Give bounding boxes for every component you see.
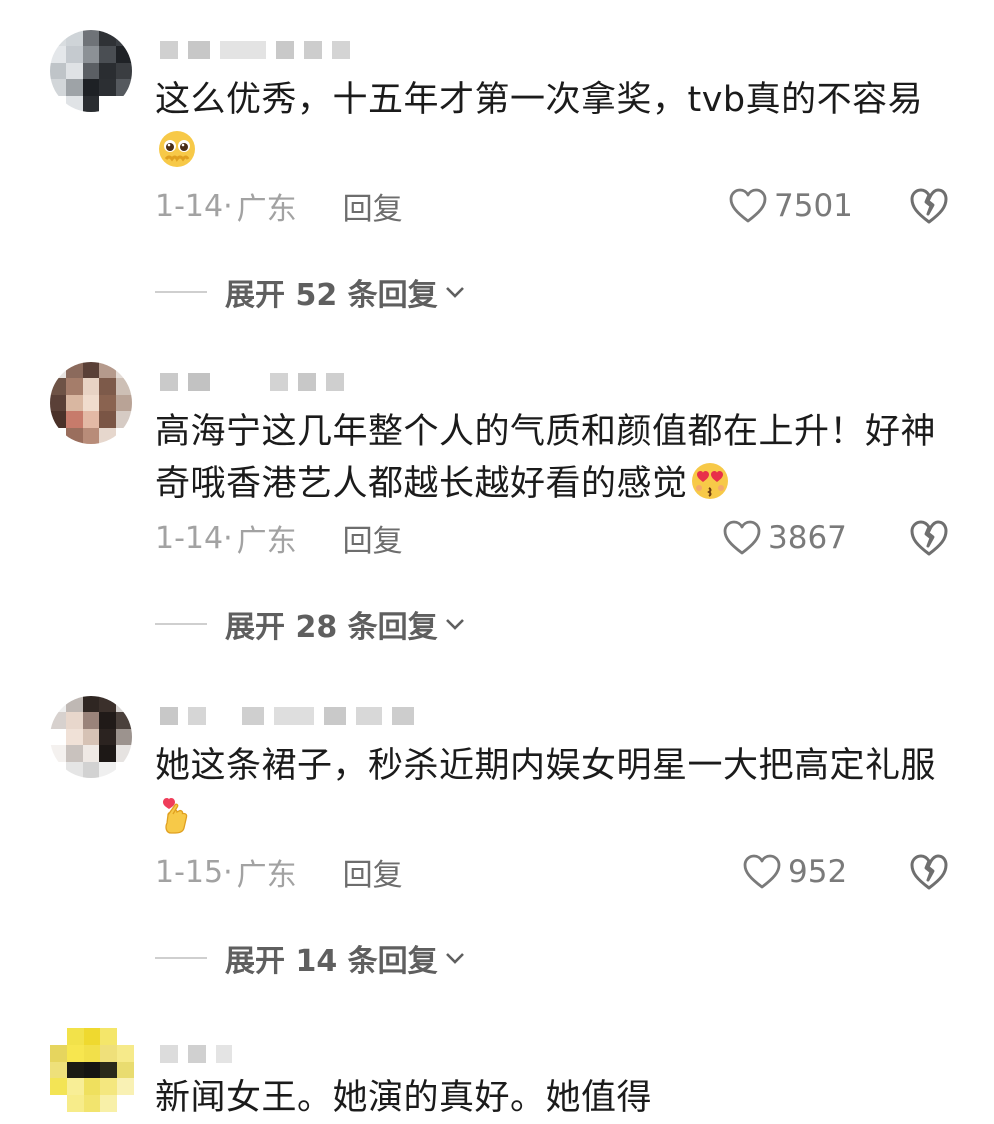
expand-replies-label: 展开 28 条回复 — [225, 610, 438, 645]
heart-icon — [743, 854, 781, 889]
broken-heart-icon[interactable] — [908, 186, 950, 226]
username-blurred[interactable] — [160, 38, 350, 62]
divider — [155, 291, 207, 293]
like-count: 3867 — [768, 520, 847, 556]
comment-meta: 1-14 · 广东 回复 — [155, 516, 403, 560]
comment-text: 高海宁这几年整个人的气质和颜值都在上升！好神奇哦香港艺人都越长越好看的感觉 — [155, 412, 937, 504]
chevron-down-icon — [445, 953, 464, 964]
like-button[interactable]: 3867 — [722, 518, 847, 558]
comment-date: 1-14 — [155, 520, 224, 556]
comment-meta: 1-15 · 广东 回复 — [155, 850, 403, 894]
expand-replies-button[interactable]: 展开 28 条回复 — [155, 604, 466, 645]
like-count: 952 — [788, 854, 848, 890]
expand-replies-label: 展开 14 条回复 — [225, 944, 438, 979]
comment-text: 这么优秀，十五年才第一次拿奖，tvb真的不容易 — [155, 74, 944, 178]
like-button[interactable]: 952 — [742, 852, 847, 892]
username-blurred[interactable] — [160, 1042, 232, 1066]
comment-date: 1-14 — [155, 188, 224, 224]
divider — [155, 957, 207, 959]
divider — [155, 623, 207, 625]
broken-heart-icon[interactable] — [908, 852, 950, 892]
expand-replies-button[interactable]: 展开 52 条回复 — [155, 272, 466, 313]
like-count: 7501 — [774, 188, 853, 224]
reply-button[interactable]: 回复 — [343, 184, 403, 228]
comment-location: 广东 — [236, 524, 297, 559]
avatar[interactable] — [50, 1028, 134, 1112]
like-button[interactable]: 7501 — [728, 186, 853, 226]
comment-text: 她这条裙子，秒杀近期内娱女明星一大把高定礼服 — [155, 740, 944, 844]
pleading-face-emoji — [159, 131, 195, 167]
heart-eyes-emoji — [691, 463, 728, 499]
reply-button[interactable]: 回复 — [343, 516, 403, 560]
comment-location: 广东 — [236, 858, 297, 893]
finger-heart-emoji — [163, 798, 188, 834]
chevron-down-icon — [445, 619, 464, 630]
avatar[interactable] — [50, 696, 132, 778]
broken-heart-icon[interactable] — [908, 518, 950, 558]
expand-replies-button[interactable]: 展开 14 条回复 — [155, 938, 466, 979]
expand-replies-label: 展开 52 条回复 — [225, 278, 438, 313]
reply-button[interactable]: 回复 — [343, 850, 403, 894]
chevron-down-icon — [445, 287, 464, 298]
comment-meta: 1-14 · 广东 回复 — [155, 184, 403, 228]
comment-text: 新闻女王。她演的真好。她值得 — [155, 1078, 653, 1118]
avatar[interactable] — [50, 362, 132, 444]
username-blurred[interactable] — [160, 704, 414, 728]
avatar[interactable] — [50, 30, 132, 112]
heart-icon — [723, 520, 761, 555]
comment-date: 1-15 — [155, 854, 224, 890]
username-blurred[interactable] — [160, 370, 344, 394]
heart-icon — [729, 188, 767, 223]
comment-location: 广东 — [236, 192, 297, 227]
